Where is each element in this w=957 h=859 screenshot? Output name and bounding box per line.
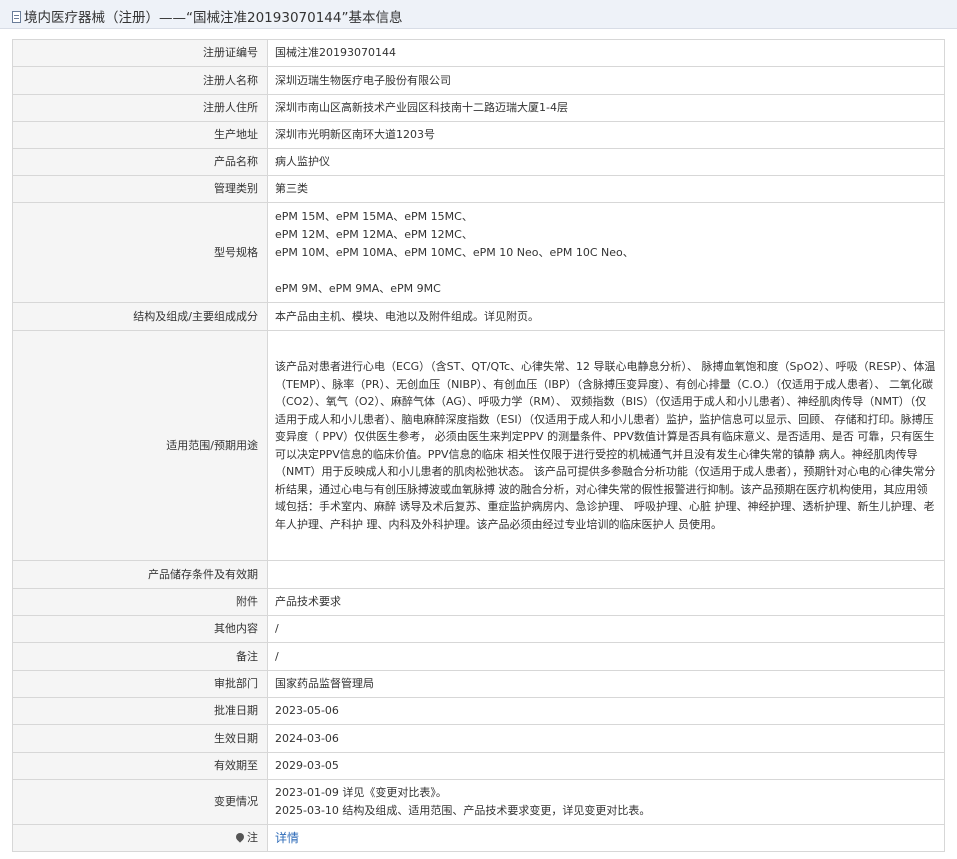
row-label: 注册人名称 bbox=[12, 66, 268, 95]
row-label: 型号规格 bbox=[12, 202, 268, 303]
row-label: 附件 bbox=[12, 588, 268, 616]
row-value: 第三类 bbox=[267, 175, 945, 203]
change-line: 2023-01-09 详见《变更对比表》。 bbox=[275, 786, 447, 799]
model-line: ePM 9M、ePM 9MA、ePM 9MC bbox=[275, 281, 441, 295]
row-label: 注册证编号 bbox=[12, 39, 268, 67]
row-label: 适用范围/预期用途 bbox=[12, 330, 268, 561]
row-label: 审批部门 bbox=[12, 670, 268, 698]
row-label: 结构及组成/主要组成成分 bbox=[12, 302, 268, 331]
row-value: 2024-03-06 bbox=[267, 724, 945, 753]
note-label: 注 bbox=[12, 824, 268, 852]
row-label: 批准日期 bbox=[12, 697, 268, 725]
map-pin-icon bbox=[234, 831, 246, 843]
table-row: 管理类别 第三类 bbox=[12, 175, 945, 203]
page-header: 境内医疗器械（注册）——“国械注准20193070144”基本信息 bbox=[0, 0, 957, 29]
document-icon bbox=[12, 11, 21, 23]
row-label: 生产地址 bbox=[12, 121, 268, 149]
table-row: 注册证编号 国械注准20193070144 bbox=[12, 39, 945, 67]
change-line: 2025-03-10 结构及组成、适用范围、产品技术要求变更，详见变更对比表。 bbox=[275, 804, 651, 817]
registration-info-table: 注册证编号 国械注准20193070144 注册人名称 深圳迈瑞生物医疗电子股份… bbox=[12, 39, 945, 852]
row-label: 注 bbox=[247, 831, 258, 844]
row-value: 深圳市南山区高新技术产业园区科技南十二路迈瑞大厦1-4层 bbox=[267, 94, 945, 122]
model-line bbox=[275, 262, 936, 280]
row-value bbox=[267, 560, 945, 589]
table-row: 附件 产品技术要求 bbox=[12, 588, 945, 616]
row-label: 产品储存条件及有效期 bbox=[12, 560, 268, 589]
row-value: 2023-05-06 bbox=[267, 697, 945, 725]
row-value: 2029-03-05 bbox=[267, 752, 945, 780]
table-row: 变更情况 2023-01-09 详见《变更对比表》。 2025-03-10 结构… bbox=[12, 779, 945, 825]
table-row: 其他内容 / bbox=[12, 615, 945, 643]
row-value: 该产品对患者进行心电（ECG）（含ST、QT/QTc、心律失常、12 导联心电静… bbox=[267, 330, 945, 561]
table-row: 备注 / bbox=[12, 642, 945, 671]
row-label: 备注 bbox=[12, 642, 268, 671]
row-label: 注册人住所 bbox=[12, 94, 268, 122]
row-value: 深圳迈瑞生物医疗电子股份有限公司 bbox=[267, 66, 945, 95]
table-row: 注册人名称 深圳迈瑞生物医疗电子股份有限公司 bbox=[12, 66, 945, 95]
table-row: 有效期至 2029-03-05 bbox=[12, 752, 945, 780]
table-row: 结构及组成/主要组成成分 本产品由主机、模块、电池以及附件组成。详见附页。 bbox=[12, 302, 945, 331]
row-value: 深圳市光明新区南环大道1203号 bbox=[267, 121, 945, 149]
model-line: ePM 12M、ePM 12MA、ePM 12MC、 bbox=[275, 227, 473, 241]
row-value: 详情 bbox=[267, 824, 945, 852]
row-label: 生效日期 bbox=[12, 724, 268, 753]
row-value: / bbox=[267, 615, 945, 643]
row-label: 变更情况 bbox=[12, 779, 268, 825]
row-value: 2023-01-09 详见《变更对比表》。 2025-03-10 结构及组成、适… bbox=[267, 779, 945, 825]
row-label: 产品名称 bbox=[12, 148, 268, 176]
model-line: ePM 15M、ePM 15MA、ePM 15MC、 bbox=[275, 209, 473, 223]
row-value: 国械注准20193070144 bbox=[267, 39, 945, 67]
row-label: 其他内容 bbox=[12, 615, 268, 643]
row-value: 本产品由主机、模块、电池以及附件组成。详见附页。 bbox=[267, 302, 945, 331]
row-value: / bbox=[267, 642, 945, 671]
row-value: 产品技术要求 bbox=[267, 588, 945, 616]
row-value: 国家药品监督管理局 bbox=[267, 670, 945, 698]
table-row: 生产地址 深圳市光明新区南环大道1203号 bbox=[12, 121, 945, 149]
table-row: 注册人住所 深圳市南山区高新技术产业园区科技南十二路迈瑞大厦1-4层 bbox=[12, 94, 945, 122]
table-row: 产品名称 病人监护仪 bbox=[12, 148, 945, 176]
table-row: 产品储存条件及有效期 bbox=[12, 560, 945, 589]
model-line: ePM 10M、ePM 10MA、ePM 10MC、ePM 10 Neo、ePM… bbox=[275, 245, 634, 259]
row-value: ePM 15M、ePM 15MA、ePM 15MC、 ePM 12M、ePM 1… bbox=[267, 202, 945, 303]
table-row: 生效日期 2024-03-06 bbox=[12, 724, 945, 753]
details-link[interactable]: 详情 bbox=[275, 831, 299, 845]
table-row: 适用范围/预期用途 该产品对患者进行心电（ECG）（含ST、QT/QTc、心律失… bbox=[12, 330, 945, 561]
row-label: 管理类别 bbox=[12, 175, 268, 203]
table-row: 型号规格 ePM 15M、ePM 15MA、ePM 15MC、 ePM 12M、… bbox=[12, 202, 945, 303]
row-label: 有效期至 bbox=[12, 752, 268, 780]
table-row: 审批部门 国家药品监督管理局 bbox=[12, 670, 945, 698]
table-row: 批准日期 2023-05-06 bbox=[12, 697, 945, 725]
page-title: 境内医疗器械（注册）——“国械注准20193070144”基本信息 bbox=[24, 10, 403, 26]
table-row: 注 详情 bbox=[12, 824, 945, 852]
row-value: 病人监护仪 bbox=[267, 148, 945, 176]
